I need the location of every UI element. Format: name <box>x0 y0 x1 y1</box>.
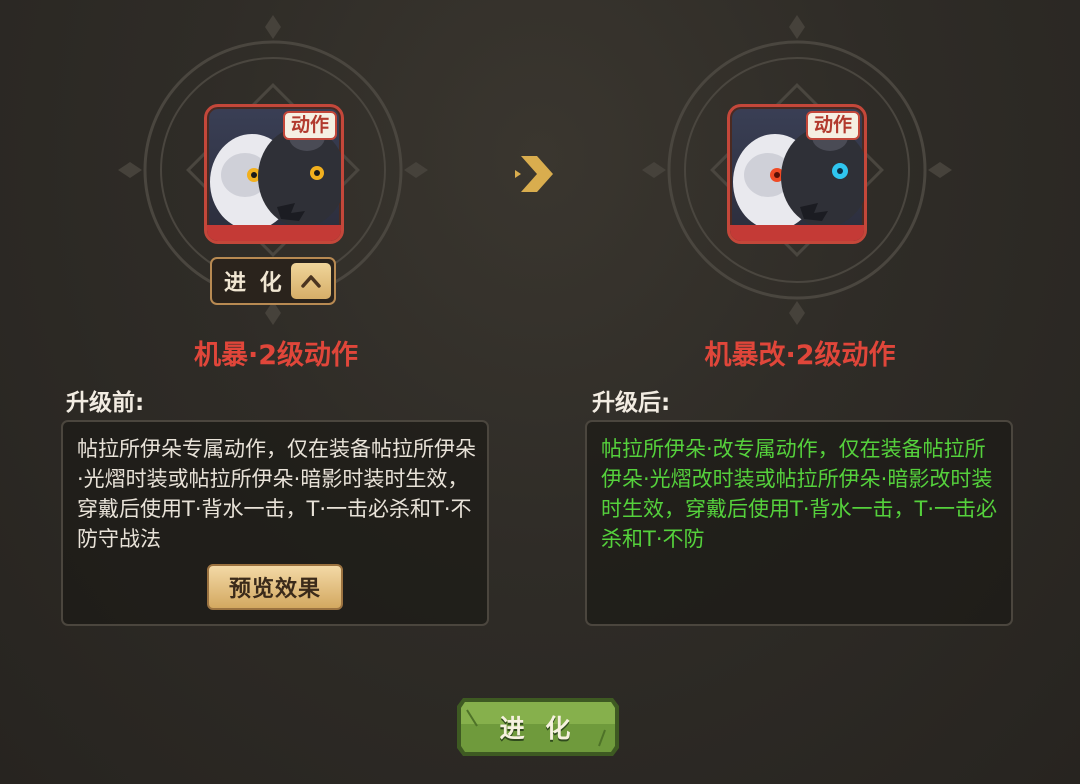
evolve-toggle-tab[interactable]: 进 化 <box>210 257 336 305</box>
section-label-before: 升级前: <box>66 390 145 416</box>
preview-effect-button[interactable]: 预览效果 <box>207 564 343 610</box>
card-tag-action: 动作 <box>282 111 337 140</box>
evolve-button[interactable]: 进 化 <box>455 696 621 758</box>
skill-name-after: 机暴改·2级动作 <box>704 340 896 371</box>
action-card-after[interactable]: 动作 <box>727 104 867 244</box>
card-tag-action: 动作 <box>805 111 860 140</box>
evolve-button-label: 进 化 <box>499 714 577 743</box>
description-box-before: 帖拉所伊朵专属动作，仅在装备帖拉所伊朵·光熠时装或帖拉所伊朵·暗影时装时生效，穿… <box>61 420 489 626</box>
description-box-after: 帖拉所伊朵·改专属动作，仅在装备帖拉所伊朵·光熠改时装或帖拉所伊朵·暗影改时装时… <box>585 420 1013 626</box>
description-text: 帖拉所伊朵专属动作，仅在装备帖拉所伊朵·光熠时装或帖拉所伊朵·暗影时装时生效，穿… <box>77 437 476 551</box>
skill-name-before: 机暴·2级动作 <box>193 340 359 371</box>
chevron-right-icon <box>515 156 553 192</box>
evolve-tab-label: 进 化 <box>224 271 285 296</box>
action-card-before[interactable]: 动作 <box>204 104 344 244</box>
chevron-up-icon[interactable] <box>291 263 331 299</box>
section-label-after: 升级后: <box>592 390 671 416</box>
description-text: 帖拉所伊朵·改专属动作，仅在装备帖拉所伊朵·光熠改时装或帖拉所伊朵·暗影改时装时… <box>601 437 998 551</box>
